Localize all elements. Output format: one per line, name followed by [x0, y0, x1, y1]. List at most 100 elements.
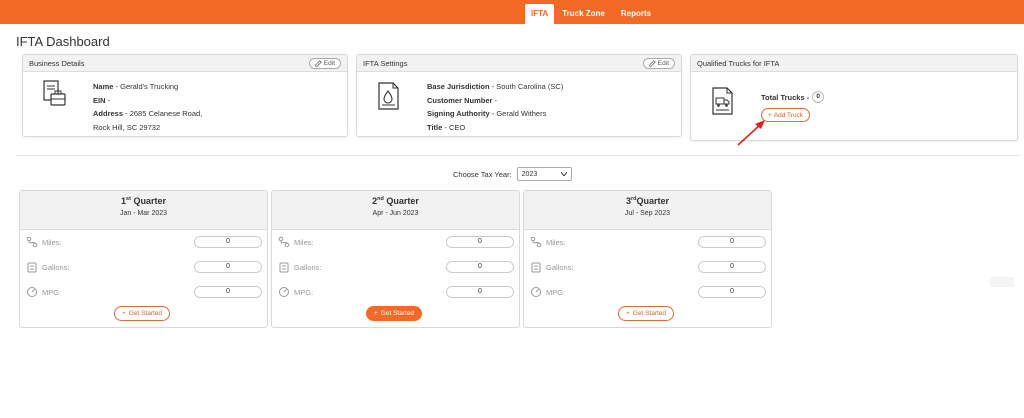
gallons-label: Gallons: — [42, 262, 70, 272]
fuel-can-icon — [27, 262, 37, 273]
mpg-row: MPG: 0 — [530, 286, 766, 298]
card-title: Qualified Trucks for IFTA — [697, 58, 780, 68]
signing-authority-value: Gerald Withers — [496, 109, 547, 118]
miles-value: 0 — [698, 236, 766, 248]
base-jurisdiction-value: South Carolina (SC) — [496, 82, 564, 91]
get-started-button[interactable]: + Get Started — [114, 306, 171, 321]
base-jurisdiction-label: Base Jurisdiction — [427, 82, 490, 91]
gallons-row: Gallons: 0 — [26, 261, 262, 273]
fuel-document-icon — [378, 82, 399, 110]
miles-label: Miles: — [546, 237, 566, 247]
quarter-title: 1st Quarter — [121, 196, 166, 206]
miles-label: Miles: — [42, 237, 62, 247]
customer-number-label: Customer Number — [427, 95, 493, 105]
route-icon — [278, 236, 290, 248]
chevron-down-icon — [560, 172, 567, 176]
mpg-row: MPG: 0 — [278, 286, 514, 298]
quarter-range: Jan - Mar 2023 — [119, 210, 168, 217]
name-label: Name — [93, 82, 114, 91]
edit-label: Edit — [323, 59, 335, 67]
total-trucks-label: Total Trucks - — [761, 92, 810, 102]
edit-label: Edit — [657, 59, 669, 67]
quarter-2-card: 2nd Quarter Apr - Jun 2023 Miles: 0 Gall… — [271, 190, 520, 328]
card-title: Business Details — [29, 58, 85, 68]
business-name-value: Gerald's Trucking — [120, 82, 179, 91]
gauge-icon — [279, 287, 289, 297]
ein-label: EIN — [93, 95, 106, 105]
get-started-button[interactable]: + Get Started — [366, 306, 423, 321]
section-divider — [16, 155, 1020, 156]
gallons-label: Gallons: — [546, 262, 574, 272]
address-line1: 2685 Celanese Road, — [129, 109, 203, 118]
miles-row: Miles: 0 — [530, 236, 766, 248]
top-nav: IFTA Truck Zone Reports — [525, 4, 659, 24]
annotation-arrow — [737, 120, 765, 146]
get-started-label: Get Started — [632, 310, 667, 317]
quarter-title: 2nd Quarter — [372, 196, 419, 206]
quarter-3-card: 3rdQuarter Jul - Sep 2023 Miles: 0 Gallo… — [523, 190, 772, 328]
miles-value: 0 — [446, 236, 514, 248]
ifta-settings-info: Base Jurisdiction - South Carolina (SC) … — [427, 82, 564, 132]
nav-tab-ifta[interactable]: IFTA — [525, 4, 555, 24]
edit-business-button[interactable]: Edit — [308, 57, 341, 69]
quarter-range: Apr - Jun 2023 — [372, 210, 419, 217]
route-icon — [530, 236, 542, 248]
mpg-value: 0 — [698, 286, 766, 298]
quarter-header: 1st Quarter Jan - Mar 2023 — [20, 191, 267, 230]
briefcase-document-icon — [43, 80, 66, 106]
quarter-header: 3rdQuarter Jul - Sep 2023 — [524, 191, 771, 230]
ifta-settings-card: IFTA Settings Edit Base Jurisdiction - S… — [356, 54, 682, 137]
gallons-value: 0 — [446, 261, 514, 273]
top-nav-bar: IFTA Truck Zone Reports — [0, 0, 1024, 24]
nav-tab-reports[interactable]: Reports — [613, 4, 659, 24]
gauge-icon — [531, 287, 541, 297]
gallons-label: Gallons: — [294, 262, 322, 272]
mpg-label: MPG: — [294, 287, 314, 297]
route-icon — [26, 236, 38, 248]
miles-label: Miles: — [294, 237, 314, 247]
signing-authority-label: Signing Authority — [427, 109, 490, 118]
total-trucks: Total Trucks - 0 — [761, 91, 825, 103]
mpg-value: 0 — [446, 286, 514, 298]
tax-year-selector: Choose Tax Year: 2023 — [453, 167, 572, 181]
tax-year-dropdown[interactable]: 2023 — [516, 167, 572, 181]
mpg-label: MPG: — [42, 287, 62, 297]
selected-year: 2023 — [521, 170, 538, 178]
gallons-row: Gallons: 0 — [530, 261, 766, 273]
business-details-header: Business Details Edit — [23, 55, 347, 72]
get-started-label: Get Started — [380, 310, 415, 317]
plus-icon: + — [122, 310, 126, 317]
gallons-value: 0 — [698, 261, 766, 273]
total-trucks-count: 0 — [812, 91, 825, 103]
miles-row: Miles: 0 — [26, 236, 262, 248]
title-value: CEO — [448, 122, 466, 132]
fuel-can-icon — [531, 262, 541, 273]
get-started-button[interactable]: + Get Started — [618, 306, 675, 321]
card-title: IFTA Settings — [363, 58, 408, 68]
address-line2: Rock Hill, SC 29732 — [93, 122, 161, 132]
tax-year-label: Choose Tax Year: — [453, 169, 512, 179]
miles-row: Miles: 0 — [278, 236, 514, 248]
ifta-settings-header: IFTA Settings Edit — [357, 55, 681, 72]
gauge-icon — [27, 287, 37, 297]
title-label: Title — [427, 122, 443, 132]
add-truck-label: Add Truck — [773, 111, 804, 119]
mpg-row: MPG: 0 — [26, 286, 262, 298]
plus-icon: + — [626, 310, 630, 317]
plus-icon: + — [374, 310, 378, 317]
faint-tag — [990, 277, 1014, 287]
edit-ifta-settings-button[interactable]: Edit — [642, 57, 675, 69]
address-label: Address — [93, 109, 124, 118]
get-started-label: Get Started — [128, 310, 163, 317]
quarter-range: Jul - Sep 2023 — [624, 210, 671, 217]
page-title: IFTA Dashboard — [16, 34, 110, 49]
fuel-can-icon — [279, 262, 289, 273]
nav-tab-truck-zone[interactable]: Truck Zone — [554, 4, 613, 24]
truck-document-icon — [712, 87, 733, 115]
mpg-label: MPG: — [546, 287, 566, 297]
quarter-header: 2nd Quarter Apr - Jun 2023 — [272, 191, 519, 230]
miles-value: 0 — [194, 236, 262, 248]
quarter-title: 3rdQuarter — [625, 196, 670, 206]
edit-icon — [315, 59, 322, 67]
business-info: Name - Gerald's Trucking EIN - Address -… — [93, 82, 203, 132]
